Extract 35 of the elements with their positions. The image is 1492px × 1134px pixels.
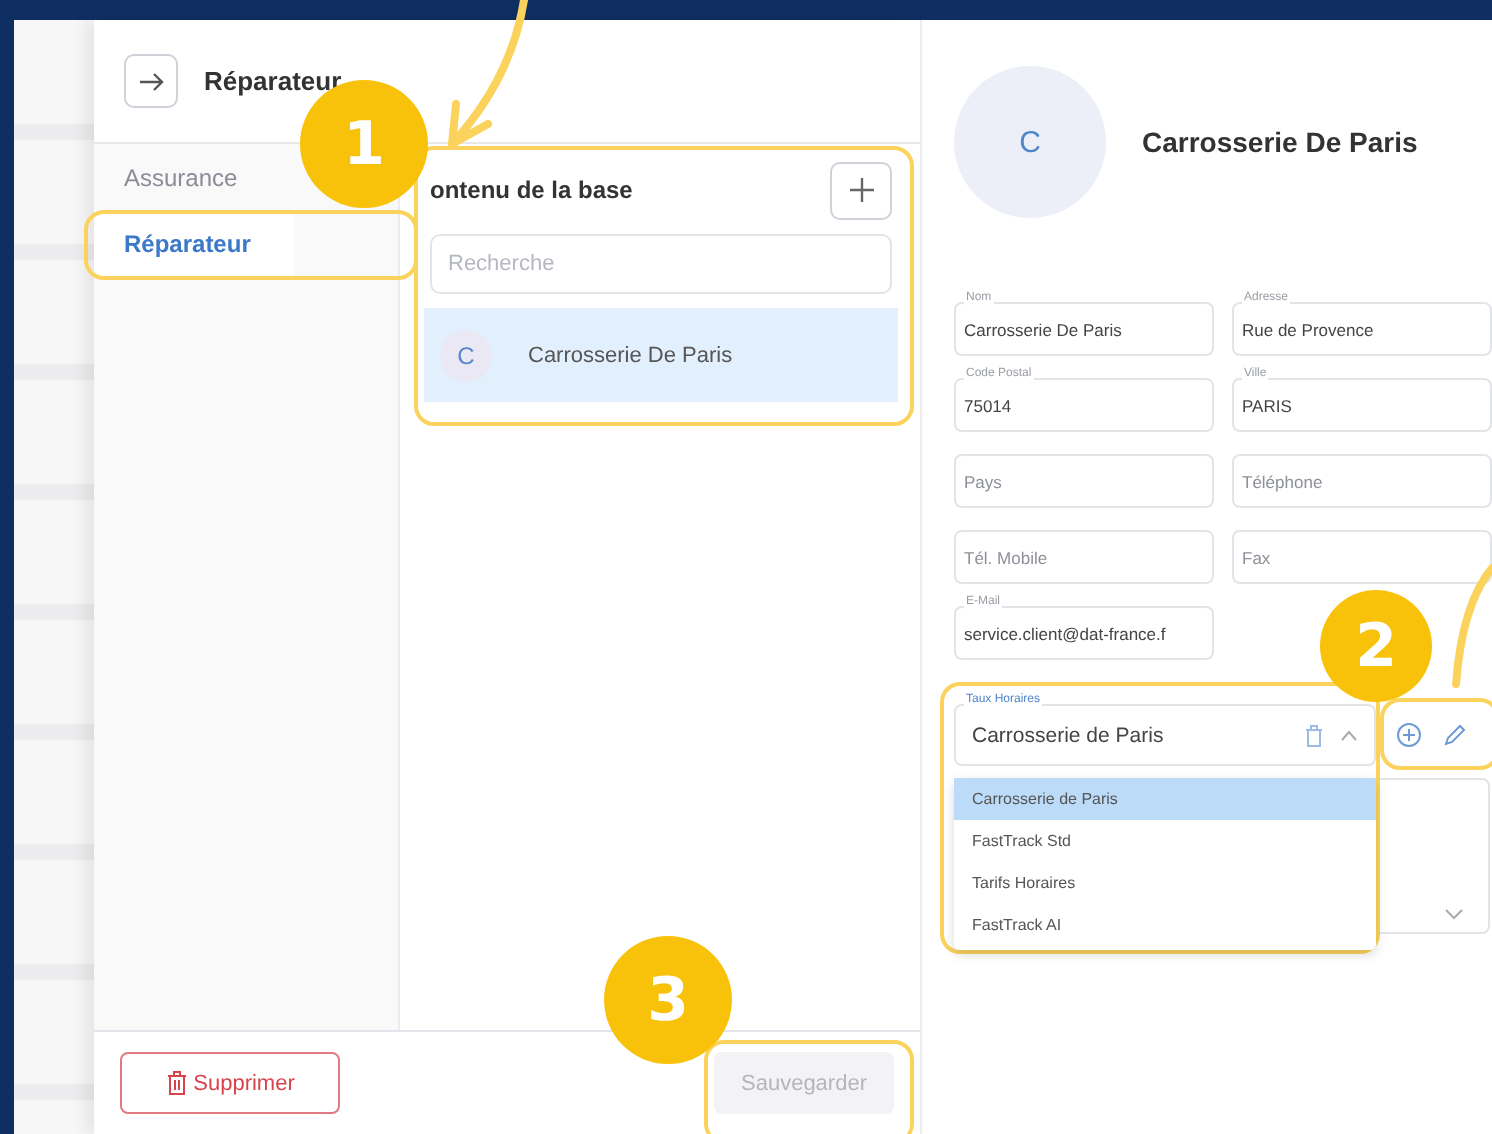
- sidebar-item[interactable]: Réparateur: [94, 210, 294, 276]
- pencil-icon[interactable]: [1442, 723, 1466, 747]
- search-field[interactable]: Recherche: [430, 234, 892, 294]
- dropdown-option[interactable]: Tarifs Horaires: [954, 862, 1376, 904]
- dropdown-option[interactable]: FastTrack Std: [954, 820, 1376, 862]
- text-field[interactable]: PARIS: [1232, 378, 1492, 432]
- text-area[interactable]: [1378, 778, 1490, 934]
- item-name: Carrosserie De Paris: [528, 343, 733, 367]
- dropdown-option[interactable]: Carrosserie de Paris: [954, 778, 1376, 820]
- chevron-icon: [1340, 729, 1358, 741]
- add-circle-icon[interactable]: [1396, 722, 1422, 748]
- text-field[interactable]: service.client@dat-france.f: [954, 606, 1214, 660]
- avatar: C: [954, 66, 1106, 218]
- add-button[interactable]: [830, 161, 892, 219]
- collapse-button[interactable]: [124, 54, 178, 108]
- rate-select[interactable]: Carrosserie de Paris: [954, 704, 1376, 766]
- text-field[interactable]: 75014: [954, 378, 1214, 432]
- select-value: Carrosserie de Paris: [972, 723, 1166, 747]
- arrow-right-icon: [137, 71, 165, 91]
- list-title: ontenu de la base: [430, 176, 633, 204]
- trash-icon: [165, 1070, 188, 1096]
- text-field[interactable]: Tél. Mobile: [954, 530, 1214, 584]
- list-item[interactable]: C Carrosserie De Paris: [424, 308, 898, 402]
- text-field[interactable]: Carrosserie De Paris: [954, 302, 1214, 356]
- text-field[interactable]: Fax: [1232, 530, 1492, 584]
- text-field[interactable]: Pays: [954, 454, 1214, 508]
- avatar: C: [440, 329, 492, 381]
- delete-button[interactable]: Supprimer: [120, 1052, 340, 1114]
- detail-title: Carrosserie De Paris: [1142, 126, 1418, 158]
- text-field[interactable]: Téléphone: [1232, 454, 1492, 508]
- dropdown-option[interactable]: FastTrack AI: [954, 904, 1376, 946]
- text-field[interactable]: Rue de Provence: [1232, 302, 1492, 356]
- trash-icon: [1304, 723, 1324, 747]
- chevron-icon: [1444, 908, 1464, 920]
- plus-icon: [849, 178, 873, 202]
